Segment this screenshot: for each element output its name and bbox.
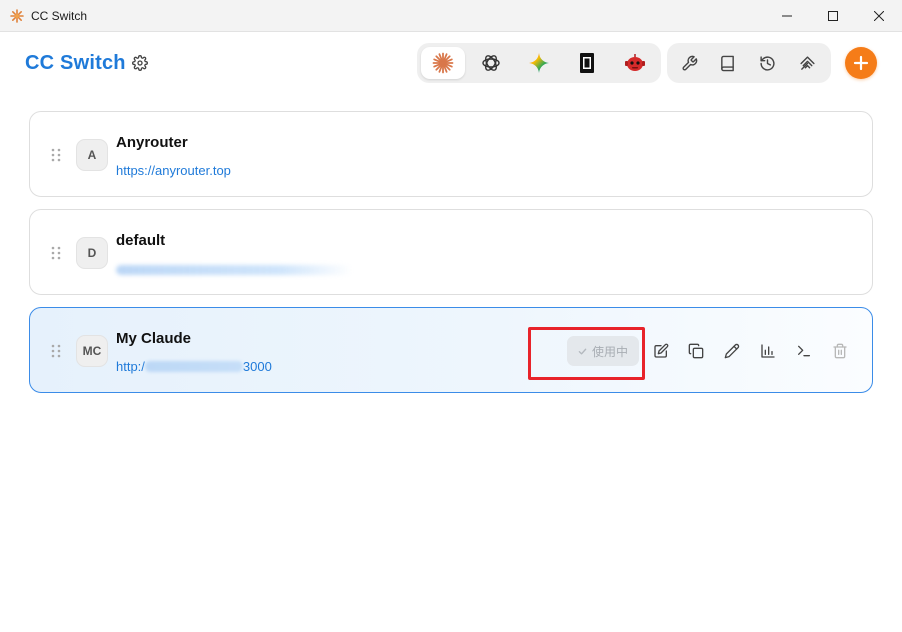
tab-terminal-app[interactable] bbox=[565, 47, 609, 79]
plus-icon bbox=[853, 55, 869, 71]
provider-url[interactable]: https://anyrouter.top bbox=[116, 163, 231, 178]
tool-switcher bbox=[667, 43, 831, 83]
delete-button[interactable] bbox=[829, 340, 851, 362]
tab-robot-app[interactable] bbox=[613, 47, 657, 79]
avatar: D bbox=[76, 237, 108, 269]
edit-icon bbox=[654, 343, 669, 358]
docs-button[interactable] bbox=[705, 47, 749, 79]
maximize-icon bbox=[828, 11, 838, 21]
gemini-sparkle-icon bbox=[529, 53, 549, 73]
highlight-box bbox=[528, 327, 645, 380]
edit-button[interactable] bbox=[650, 340, 672, 362]
provider-card[interactable]: A Anyrouter https://anyrouter.top bbox=[29, 111, 873, 197]
window-title-bar: CC Switch bbox=[0, 0, 902, 32]
close-button[interactable] bbox=[856, 0, 902, 32]
tab-openai[interactable] bbox=[469, 47, 513, 79]
url-prefix: http:/ bbox=[116, 359, 145, 374]
history-button[interactable] bbox=[745, 47, 789, 79]
provider-name: Anyrouter bbox=[116, 134, 188, 151]
pen-icon bbox=[724, 343, 740, 359]
redacted-url bbox=[144, 361, 243, 372]
copy-icon bbox=[688, 343, 704, 359]
red-robot-icon bbox=[625, 54, 645, 71]
settings-button[interactable] bbox=[130, 53, 150, 73]
add-provider-button[interactable] bbox=[845, 47, 877, 79]
avatar: MC bbox=[76, 335, 108, 367]
terminal-button[interactable] bbox=[793, 340, 815, 362]
customize-button[interactable] bbox=[721, 340, 743, 362]
usage-stats-button[interactable] bbox=[757, 340, 779, 362]
gear-icon bbox=[132, 55, 148, 71]
terminal-icon bbox=[798, 345, 810, 357]
history-icon bbox=[759, 55, 775, 71]
bar-chart-icon bbox=[761, 344, 775, 358]
avatar: A bbox=[76, 139, 108, 171]
url-suffix: 3000 bbox=[242, 359, 272, 374]
drag-handle-icon[interactable] bbox=[50, 246, 62, 260]
redacted-url bbox=[116, 265, 352, 275]
mcp-button[interactable] bbox=[785, 47, 829, 79]
minimize-icon bbox=[782, 15, 792, 17]
maximize-button[interactable] bbox=[810, 0, 856, 32]
tab-claude[interactable] bbox=[421, 47, 465, 79]
provider-name: default bbox=[116, 232, 166, 249]
wrench-icon bbox=[681, 55, 697, 71]
brand-title: CC Switch bbox=[25, 52, 126, 74]
drag-handle-icon[interactable] bbox=[50, 148, 62, 162]
book-icon bbox=[720, 55, 734, 71]
duplicate-button[interactable] bbox=[685, 340, 707, 362]
minimize-button[interactable] bbox=[764, 0, 810, 32]
black-block-icon bbox=[580, 53, 594, 73]
claude-asterisk-icon bbox=[432, 52, 454, 74]
close-icon bbox=[874, 11, 884, 21]
trash-icon bbox=[833, 343, 847, 359]
provider-card[interactable]: D default bbox=[29, 209, 873, 295]
openai-knot-icon bbox=[482, 55, 500, 71]
window-title: CC Switch bbox=[31, 9, 88, 23]
tab-gemini[interactable] bbox=[517, 47, 561, 79]
link-stack-icon bbox=[799, 55, 815, 70]
app-switcher bbox=[417, 43, 661, 83]
provider-name: My Claude bbox=[116, 330, 192, 347]
app-logo-icon bbox=[10, 9, 24, 23]
drag-handle-icon[interactable] bbox=[50, 344, 62, 358]
provider-card-active[interactable]: MC My Claude http:/3000 使用中 bbox=[29, 307, 873, 393]
provider-url[interactable]: http:/ 3000 bbox=[116, 359, 272, 374]
